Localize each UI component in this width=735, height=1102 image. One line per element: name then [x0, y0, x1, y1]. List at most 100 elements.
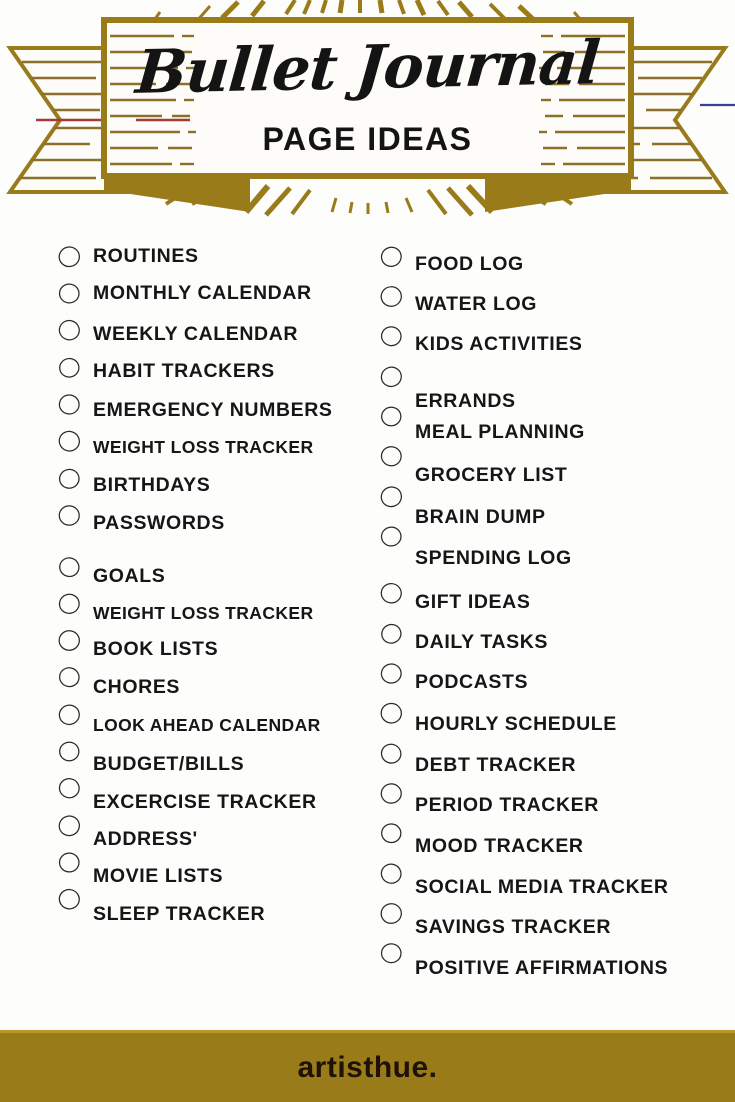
- checklist-item[interactable]: BIRTHDAYS: [58, 467, 388, 501]
- circle-checkbox-icon[interactable]: [380, 902, 403, 925]
- circle-checkbox-icon[interactable]: [380, 702, 403, 725]
- circle-checkbox-icon[interactable]: [58, 393, 81, 416]
- checklist-item[interactable]: WEEKLY CALENDAR: [58, 319, 388, 353]
- circle-checkbox-icon[interactable]: [58, 504, 81, 527]
- checklist-item[interactable]: HOURLY SCHEDULE: [380, 702, 710, 736]
- circle-checkbox-icon[interactable]: [380, 285, 403, 308]
- checklist-item-label: PASSWORDS: [93, 512, 225, 534]
- circle-checkbox-icon[interactable]: [58, 814, 81, 837]
- checklist-item[interactable]: GIFT IDEAS: [380, 582, 710, 616]
- checklist-item-label: ROUTINES: [93, 244, 199, 267]
- checklist-item[interactable]: PODCASTS: [380, 662, 710, 696]
- checklist-item-label: ADDRESS': [93, 828, 198, 850]
- checklist-item[interactable]: WEIGHT LOSS TRACKER: [58, 430, 388, 464]
- circle-checkbox-icon[interactable]: [380, 942, 403, 965]
- checklist-item-label: GROCERY LIST: [415, 464, 568, 486]
- circle-checkbox-icon[interactable]: [380, 405, 403, 428]
- checklist-item[interactable]: BUDGET/BILLS: [58, 740, 388, 774]
- circle-checkbox-icon[interactable]: [58, 888, 81, 911]
- checklist-item-label: KIDS ACTIVITIES: [415, 333, 583, 355]
- checklist-item[interactable]: SLEEP TRACKER: [58, 888, 388, 925]
- checklist-item[interactable]: KIDS ACTIVITIES: [380, 325, 710, 359]
- checklist-item[interactable]: FOOD LOG: [380, 245, 710, 279]
- checklist-item-label: WEEKLY CALENDAR: [93, 323, 299, 345]
- checklist-item-label: DAILY TASKS: [415, 631, 549, 653]
- checklist-item[interactable]: ERRANDS: [380, 365, 710, 411]
- circle-checkbox-icon[interactable]: [380, 622, 403, 645]
- checklist-item-label: BOOK LISTS: [93, 638, 219, 660]
- checklist-item[interactable]: POSITIVE AFFIRMATIONS: [380, 942, 710, 978]
- checklist-item[interactable]: PERIOD TRACKER: [380, 782, 710, 816]
- checklist-item[interactable]: ROUTINES: [58, 245, 388, 268]
- circle-checkbox-icon[interactable]: [380, 445, 403, 468]
- circle-checkbox-icon[interactable]: [380, 822, 403, 845]
- checklist-item[interactable]: BOOK LISTS: [58, 629, 388, 663]
- checklist-item[interactable]: SOCIAL MEDIA TRACKER: [380, 862, 710, 897]
- circle-checkbox-icon[interactable]: [58, 245, 81, 268]
- checklist-item-label: GOALS: [93, 565, 166, 587]
- checklist-item-label: SPENDING LOG: [415, 547, 572, 569]
- circle-checkbox-icon[interactable]: [58, 556, 81, 579]
- circle-checkbox-icon[interactable]: [380, 365, 403, 388]
- circle-checkbox-icon[interactable]: [58, 282, 81, 305]
- circle-checkbox-icon[interactable]: [380, 782, 403, 805]
- checklist-item[interactable]: PASSWORDS: [58, 504, 388, 538]
- circle-checkbox-icon[interactable]: [380, 862, 403, 885]
- circle-checkbox-icon[interactable]: [58, 703, 81, 726]
- checklist-item-label: PERIOD TRACKER: [415, 794, 599, 816]
- checklist-item[interactable]: LOOK AHEAD CALENDAR: [58, 703, 388, 737]
- checklist-item[interactable]: HABIT TRACKERS: [58, 356, 388, 390]
- checklist-item-label: MONTHLY CALENDAR: [93, 281, 312, 304]
- checklist-item[interactable]: BRAIN DUMP: [380, 485, 710, 527]
- circle-checkbox-icon[interactable]: [58, 740, 81, 763]
- checklist-item-label: MOOD TRACKER: [415, 835, 584, 857]
- circle-checkbox-icon[interactable]: [58, 629, 81, 652]
- checklist-item-label: HABIT TRACKERS: [93, 360, 275, 382]
- checklist-item[interactable]: MOOD TRACKER: [380, 822, 710, 856]
- circle-checkbox-icon[interactable]: [58, 666, 81, 689]
- checklist-item[interactable]: MEAL PLANNING: [380, 405, 710, 442]
- circle-checkbox-icon[interactable]: [380, 245, 403, 268]
- circle-checkbox-icon[interactable]: [58, 430, 81, 453]
- checklist-item[interactable]: MONTHLY CALENDAR: [58, 282, 388, 305]
- checklist-item-label: MEAL PLANNING: [415, 421, 585, 443]
- checklist-item[interactable]: WEIGHT LOSS TRACKER: [58, 592, 388, 626]
- circle-checkbox-icon[interactable]: [58, 319, 81, 342]
- circle-checkbox-icon[interactable]: [58, 467, 81, 490]
- checklist-item-label: GIFT IDEAS: [415, 591, 531, 613]
- checklist-item-label: WEIGHT LOSS TRACKER: [93, 603, 314, 623]
- checklist-item[interactable]: GROCERY LIST: [380, 445, 710, 485]
- circle-checkbox-icon[interactable]: [58, 592, 81, 615]
- circle-checkbox-icon[interactable]: [58, 356, 81, 379]
- circle-checkbox-icon[interactable]: [380, 742, 403, 765]
- circle-checkbox-icon[interactable]: [380, 325, 403, 348]
- circle-checkbox-icon[interactable]: [58, 777, 81, 800]
- circle-checkbox-icon[interactable]: [380, 662, 403, 685]
- checklist-item[interactable]: CHORES: [58, 666, 388, 700]
- checklist-item[interactable]: EMERGENCY NUMBERS: [58, 393, 388, 427]
- checklist-item[interactable]: GOALS: [58, 556, 388, 590]
- checklist-item-label: PODCASTS: [415, 671, 529, 693]
- checklist-item[interactable]: SAVINGS TRACKER: [380, 902, 710, 937]
- circle-checkbox-icon[interactable]: [380, 525, 403, 548]
- checklist-item-label: CHORES: [93, 676, 181, 698]
- circle-checkbox-icon[interactable]: [380, 485, 403, 508]
- checklist-item[interactable]: SPENDING LOG: [380, 525, 710, 568]
- checklist-item-label: SLEEP TRACKER: [93, 903, 266, 925]
- checklist-item[interactable]: DAILY TASKS: [380, 622, 710, 656]
- banner-center-panel: [101, 17, 634, 179]
- circle-checkbox-icon[interactable]: [380, 582, 403, 605]
- checklist-item-label: MOVIE LISTS: [93, 865, 224, 887]
- banner-graphic: [6, 0, 735, 217]
- checklist-item-label: DEBT TRACKER: [415, 754, 577, 776]
- checklist-item[interactable]: DEBT TRACKER: [380, 742, 710, 776]
- checklist-item-label: BIRTHDAYS: [93, 474, 211, 496]
- checklist-item-label: FOOD LOG: [415, 253, 524, 275]
- checklist-item[interactable]: ADDRESS': [58, 814, 388, 850]
- brand-name: artisthue.: [297, 1050, 438, 1084]
- checklist-item[interactable]: EXCERCISE TRACKER: [58, 777, 388, 812]
- checklist-item[interactable]: MOVIE LISTS: [58, 851, 388, 887]
- checklist-item-label: WATER LOG: [415, 293, 538, 315]
- circle-checkbox-icon[interactable]: [58, 851, 81, 874]
- checklist-item[interactable]: WATER LOG: [380, 285, 710, 319]
